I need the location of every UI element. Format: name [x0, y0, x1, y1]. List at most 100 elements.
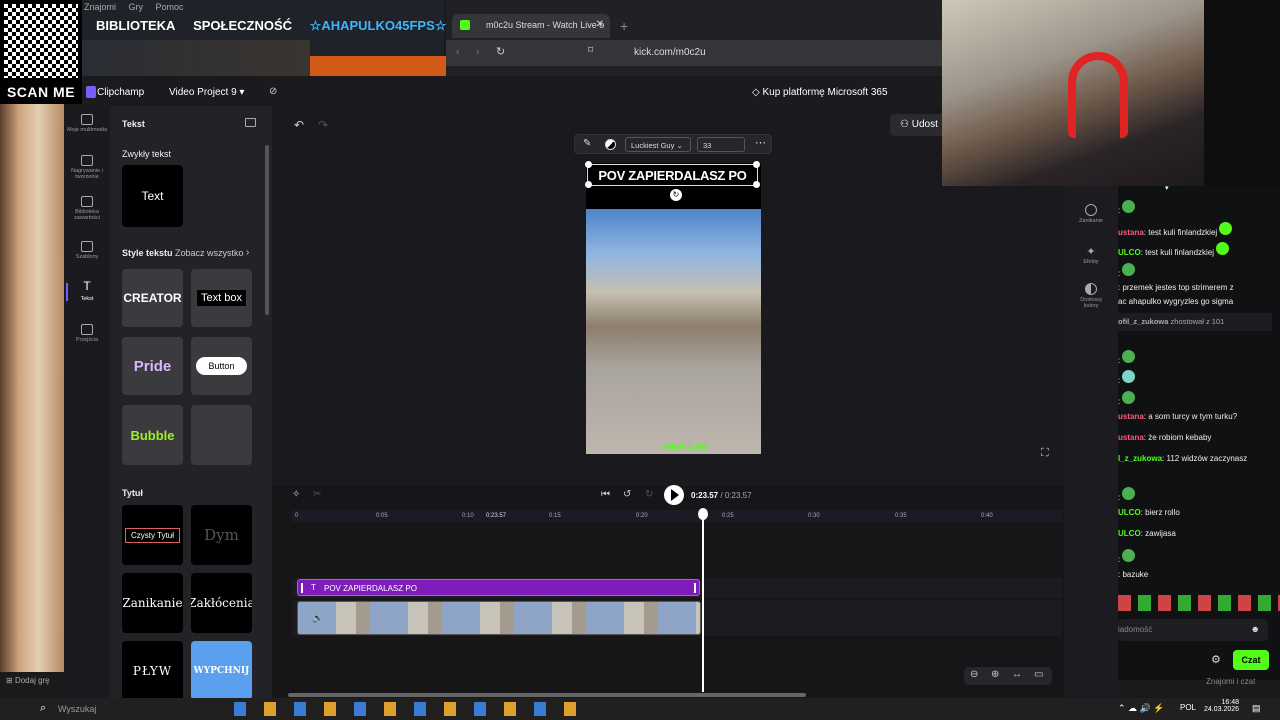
emoji-icon[interactable]: ☻ [1251, 624, 1260, 634]
tool-fade[interactable]: Zanikanie [1064, 204, 1118, 224]
timeline-settings-icon[interactable]: ▭ [1034, 669, 1043, 680]
chat-user[interactable]: ULCO [1118, 508, 1141, 517]
chat-user[interactable]: ULCO [1118, 529, 1141, 538]
rail-templates[interactable]: Szablony [64, 241, 110, 260]
cloud-off-icon[interactable]: ⊘ [269, 86, 277, 97]
menu-games[interactable]: Gry [129, 2, 144, 12]
clock[interactable]: 16:48 24.03.2026 [1160, 699, 1239, 713]
chat-user[interactable]: l_z_zukowa [1118, 454, 1162, 463]
rail-text[interactable]: T Tekst [64, 280, 110, 302]
bookmark-icon[interactable]: ⌑ [588, 45, 593, 56]
project-name-dropdown[interactable]: Video Project 9 ▾ [169, 87, 244, 98]
title-card-push[interactable]: WYPCHNIJ [191, 641, 252, 700]
fit-timeline-icon[interactable]: ↔ [1012, 669, 1022, 680]
playhead[interactable] [702, 510, 704, 692]
add-game-button[interactable]: ⊞ Dodaj grę [0, 676, 64, 690]
clip-handle-right[interactable] [694, 583, 696, 593]
nav-community[interactable]: SPOŁECZNOŚĆ [193, 18, 292, 33]
style-card-pride[interactable]: Pride [122, 337, 183, 395]
chat-user[interactable]: ustana [1118, 228, 1144, 237]
url-field[interactable]: kick.com/m0c2u [634, 47, 706, 58]
more-options-icon[interactable]: ⋯ [755, 136, 766, 149]
text-clip[interactable]: T POV ZAPIERDALASZ PO [297, 579, 700, 596]
split-icon[interactable]: ✂ [313, 489, 321, 500]
chat-user[interactable]: ofil_z_zukowa [1118, 317, 1168, 326]
title-card-glitch[interactable]: Zakłócenia [191, 573, 252, 633]
menu-friends[interactable]: Znajomi [84, 2, 116, 12]
style-card-bubble[interactable]: Bubble [122, 405, 183, 465]
title-card-clean[interactable]: Czysty Tytuł [122, 505, 183, 565]
title-card-smoke[interactable]: Dym [191, 505, 252, 565]
tool-adjust-colors[interactable]: Dostosuj kolory [1064, 283, 1118, 309]
font-size-dropdown[interactable]: 33 [697, 137, 745, 152]
rail-transitions[interactable]: Przejścia [64, 324, 110, 343]
rotate-handle-icon[interactable]: ↻ [670, 189, 682, 201]
chat-message: ac ahapulko wygryzles go sigma [1118, 297, 1233, 306]
font-dropdown[interactable]: Luckiest Guy ⌄ [625, 137, 691, 152]
resize-handle[interactable] [585, 181, 592, 188]
rail-library[interactable]: Biblioteka zawartości [64, 196, 110, 221]
rail-my-media[interactable]: Moje multimedia [64, 114, 110, 133]
friends-chat-link[interactable]: Znajomi i czat [1206, 677, 1255, 686]
undo-icon[interactable]: ↶ [294, 118, 304, 132]
browser-tab[interactable]: m0c2u Stream - Watch Live o ✕ [452, 14, 610, 38]
forward-icon[interactable]: › [476, 46, 480, 58]
chat-settings-icon[interactable]: ⚙ [1211, 653, 1221, 666]
style-card-textbox[interactable]: Text box [191, 269, 252, 327]
chat-user[interactable]: ULCO [1118, 248, 1141, 257]
resize-handle[interactable] [753, 161, 760, 168]
headset-image [1068, 52, 1128, 138]
share-button[interactable]: ⚇ Udost [890, 114, 950, 136]
zoom-out-icon[interactable]: ⊖ [970, 669, 978, 680]
chevron-right-icon[interactable]: › [246, 247, 249, 258]
collapse-panel-icon[interactable] [245, 118, 256, 127]
redo-icon[interactable]: ↷ [318, 118, 328, 132]
chat-text: : [1118, 269, 1121, 278]
chat-input[interactable]: iadomość ☻ [1118, 619, 1268, 641]
close-tab-icon[interactable]: ✕ [596, 19, 604, 30]
style-card-creator[interactable]: CREATOR [122, 269, 183, 327]
title-card-fade[interactable]: Zanikanie [122, 573, 183, 633]
zoom-in-icon[interactable]: ⊕ [991, 669, 999, 680]
resize-handle[interactable] [753, 181, 760, 188]
play-button[interactable] [664, 485, 684, 505]
edit-icon[interactable]: ✎ [583, 138, 591, 149]
chat-user[interactable]: ustana [1118, 433, 1144, 442]
preview-title-text[interactable]: POV ZAPIERDALASZ PO [587, 164, 758, 186]
new-tab-button[interactable]: + [620, 18, 628, 34]
timeline-scrollbar[interactable] [288, 693, 806, 697]
nav-library[interactable]: BIBLIOTEKA [96, 18, 175, 33]
resize-handle[interactable] [585, 161, 592, 168]
plain-text-card[interactable]: Text [122, 165, 183, 227]
panel-scrollbar[interactable] [265, 145, 269, 315]
magic-icon[interactable]: ✧ [292, 489, 300, 500]
fullscreen-icon[interactable]: ⛶ [1041, 447, 1049, 460]
playhead-handle[interactable] [698, 508, 708, 520]
chat-send-button[interactable]: Czat [1233, 650, 1269, 670]
tool-effects[interactable]: ✦ Efekty [1064, 245, 1118, 265]
reload-icon[interactable]: ↻ [496, 45, 505, 58]
taskbar-search[interactable]: ⌕ Wyszukaj [36, 700, 226, 718]
rewind-icon[interactable]: ↺ [623, 489, 631, 500]
emote-icon [1122, 549, 1136, 562]
timeline-ruler[interactable] [292, 510, 1062, 522]
nav-profile[interactable]: ☆AHAPULKO45FPS☆ [310, 18, 447, 33]
skip-back-icon[interactable]: ⏮ [601, 489, 610, 500]
style-card-button[interactable]: Button [191, 337, 252, 395]
see-all-link[interactable]: Zobacz wszystko [175, 248, 244, 258]
clipchamp-logo-icon [86, 86, 96, 98]
folder-icon [81, 114, 93, 125]
color-fill-icon[interactable] [605, 139, 616, 150]
clip-handle-left[interactable] [301, 583, 303, 593]
style-card-retro[interactable] [191, 405, 252, 465]
chat-user[interactable]: ustana [1118, 412, 1144, 421]
back-icon[interactable]: ‹ [456, 46, 460, 58]
rail-record[interactable]: Nagrywanie i tworzenie [64, 155, 110, 180]
ms365-promo-button[interactable]: ◇ Kup platformę Microsoft 365 [752, 87, 888, 98]
title-card-float[interactable]: PŁYW [122, 641, 183, 700]
video-clip[interactable]: 🔈 [297, 601, 701, 635]
notifications-icon[interactable]: ▤ [1252, 703, 1261, 714]
menu-help[interactable]: Pomoc [156, 2, 184, 12]
size-label: 33 [703, 141, 712, 150]
forward-5-icon[interactable]: ↻ [645, 489, 653, 500]
